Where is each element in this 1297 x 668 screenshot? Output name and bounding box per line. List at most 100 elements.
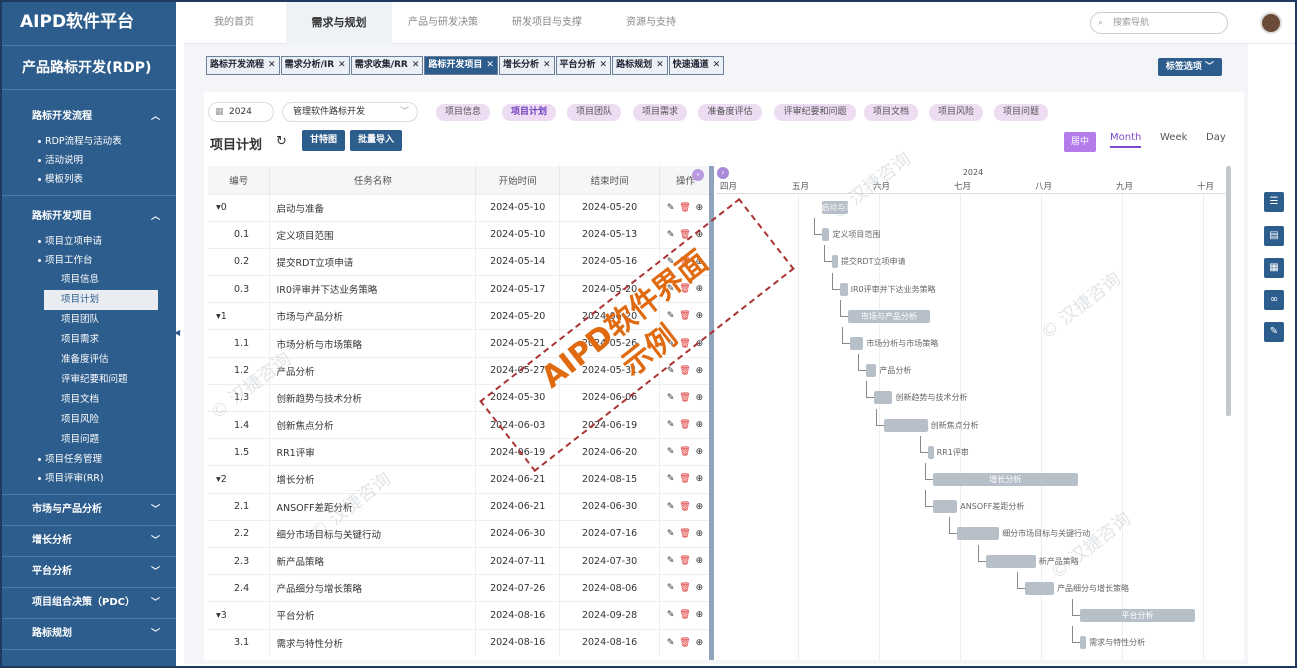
- ptab-review[interactable]: 评审纪要和问题: [774, 104, 856, 121]
- sidebar-section-platform[interactable]: 平台分析 ﹀: [2, 557, 176, 587]
- add-icon[interactable]: ⊕: [696, 366, 705, 376]
- tab-resources[interactable]: 资源与支持: [626, 2, 676, 44]
- table-row[interactable]: ▾3 平台分析 2024-08-16 2024-09-28 ✎ 🗑 ⊕: [208, 601, 712, 629]
- table-row[interactable]: 2.4 产品细分与增长策略 2024-07-26 2024-08-06 ✎ 🗑 ⊕: [208, 574, 712, 602]
- ptab-team[interactable]: 项目团队: [567, 104, 621, 121]
- edit-icon[interactable]: ✎: [667, 556, 676, 566]
- year-select[interactable]: ▦ 2024: [208, 102, 274, 122]
- close-icon[interactable]: ✕: [713, 60, 721, 70]
- gantt-bar[interactable]: [831, 255, 838, 269]
- sidebar-item-workbench[interactable]: 项目工作台: [2, 251, 176, 270]
- list-icon[interactable]: ☰: [1264, 192, 1284, 212]
- add-icon[interactable]: ⊕: [696, 502, 705, 512]
- edit-icon[interactable]: ✎: [667, 230, 676, 240]
- ptab-readiness[interactable]: 准备度评估: [698, 104, 762, 121]
- sidebar-item-project-docs[interactable]: 项目文档: [2, 390, 158, 410]
- edit-icon[interactable]: ✎: [667, 474, 676, 484]
- table-row[interactable]: 3.1 需求与特性分析 2024-08-16 2024-08-16 ✎ 🗑 ⊕: [208, 628, 712, 657]
- edit-icon[interactable]: ✎: [1264, 322, 1284, 342]
- sidebar-section-pdc[interactable]: 项目组合决策（PDC） ﹀: [2, 588, 176, 618]
- vertical-scrollbar[interactable]: [1226, 166, 1231, 416]
- sidebar-section-market[interactable]: 市场与产品分析 ﹀: [2, 495, 176, 525]
- add-icon[interactable]: ⊕: [696, 610, 705, 620]
- sidebar-item-template-list[interactable]: 模板列表: [2, 170, 176, 189]
- add-icon[interactable]: ⊕: [696, 529, 705, 539]
- add-icon[interactable]: ⊕: [696, 638, 705, 648]
- delete-icon[interactable]: 🗑: [679, 447, 691, 457]
- close-icon[interactable]: ✕: [600, 60, 608, 70]
- sidebar-item-rdp-flow[interactable]: RDP流程与活动表: [2, 132, 176, 151]
- delete-icon[interactable]: 🗑: [679, 610, 691, 620]
- sidebar-item-review-minutes[interactable]: 评审纪要和问题: [2, 370, 158, 390]
- view-day[interactable]: Day: [1206, 132, 1226, 143]
- sidebar-item-task-mgmt[interactable]: 项目任务管理: [2, 450, 176, 469]
- sidebar-item-project-req[interactable]: 项目需求: [2, 330, 158, 350]
- tag-options-button[interactable]: 标签选项 ﹀: [1157, 58, 1222, 76]
- add-icon[interactable]: ⊕: [696, 393, 705, 403]
- sidebar-item-project-rr[interactable]: 项目评审(RR): [2, 469, 176, 488]
- gantt-bar[interactable]: [986, 554, 1036, 568]
- sidebar-item-project-apply[interactable]: 项目立项申请: [2, 232, 176, 251]
- refresh-icon[interactable]: ↻: [276, 134, 287, 149]
- close-icon[interactable]: ✕: [656, 60, 664, 70]
- link-icon[interactable]: ∞: [1264, 290, 1284, 310]
- grid-icon[interactable]: ▦: [1264, 258, 1284, 278]
- sidebar-item-project-risk[interactable]: 项目风险: [2, 410, 158, 430]
- ptab-issue[interactable]: 项目问题: [994, 104, 1048, 121]
- add-icon[interactable]: ⊕: [696, 583, 705, 593]
- edit-icon[interactable]: ✎: [667, 420, 676, 430]
- chip[interactable]: 平台分析 ✕: [555, 56, 612, 75]
- ptab-docs[interactable]: 项目文档: [864, 104, 918, 121]
- delete-icon[interactable]: 🗑: [679, 583, 691, 593]
- product-select[interactable]: 管理软件路标开发 ﹀: [282, 102, 418, 122]
- sidebar-item-project-plan[interactable]: 项目计划: [44, 290, 158, 310]
- edit-icon[interactable]: ✎: [667, 447, 676, 457]
- gantt-bar[interactable]: [933, 500, 958, 514]
- add-icon[interactable]: ⊕: [696, 420, 705, 430]
- search-input[interactable]: ⌕ 搜索导航: [1090, 12, 1228, 34]
- table-row[interactable]: ▾2 增长分析 2024-06-21 2024-08-15 ✎ 🗑 ⊕: [208, 465, 712, 494]
- close-icon[interactable]: ✕: [486, 60, 494, 70]
- sidebar-item-project-team[interactable]: 项目团队: [2, 310, 158, 330]
- sidebar-item-activity-desc[interactable]: 活动说明: [2, 151, 176, 170]
- ptab-risk[interactable]: 项目风险: [929, 104, 983, 121]
- table-row[interactable]: ▾0 启动与准备 2024-05-10 2024-05-20 ✎ 🗑 ⊕: [208, 193, 712, 222]
- tab-product-decision[interactable]: 产品与研发决策: [408, 2, 478, 44]
- gantt-button[interactable]: 甘特图: [302, 130, 346, 151]
- delete-icon[interactable]: 🗑: [679, 366, 691, 376]
- add-icon[interactable]: ⊕: [696, 203, 705, 213]
- edit-icon[interactable]: ✎: [667, 529, 676, 539]
- gantt-bar[interactable]: [927, 445, 934, 459]
- chevron-left-icon[interactable]: ‹: [692, 169, 704, 181]
- center-button[interactable]: 居中: [1064, 132, 1096, 152]
- tab-rd-project[interactable]: 研发项目与支撑: [512, 2, 582, 44]
- delete-icon[interactable]: 🗑: [679, 556, 691, 566]
- delete-icon[interactable]: 🗑: [679, 474, 691, 484]
- gantt-bar[interactable]: [957, 527, 1000, 541]
- edit-icon[interactable]: ✎: [667, 583, 676, 593]
- gantt-bar[interactable]: [839, 282, 848, 296]
- add-icon[interactable]: ⊕: [696, 474, 705, 484]
- table-row[interactable]: 2.1 ANSOFF差距分析 2024-06-21 2024-06-30 ✎ 🗑 ⊕: [208, 492, 712, 521]
- table-row[interactable]: 2.3 新产品策略 2024-07-11 2024-07-30 ✎ 🗑 ⊕: [208, 546, 712, 575]
- close-icon[interactable]: ✕: [268, 60, 276, 70]
- view-week[interactable]: Week: [1160, 132, 1187, 143]
- sidebar-item-project-issue[interactable]: 项目问题: [2, 430, 158, 450]
- table-row[interactable]: 1.4 创新焦点分析 2024-06-03 2024-06-19 ✎ 🗑 ⊕: [208, 410, 712, 439]
- add-icon[interactable]: ⊕: [696, 447, 705, 457]
- edit-icon[interactable]: ✎: [667, 502, 676, 512]
- add-icon[interactable]: ⊕: [696, 556, 705, 566]
- delete-icon[interactable]: 🗑: [679, 203, 691, 213]
- delete-icon[interactable]: 🗑: [679, 502, 691, 512]
- sidebar-section-rdp-process[interactable]: 路标开发流程 ︿: [2, 102, 176, 132]
- sidebar-item-project-info[interactable]: 项目信息: [2, 270, 158, 290]
- table-row[interactable]: 0.2 提交RDT立项申请 2024-05-14 2024-05-16 ✎ 🗑 ⊕: [208, 247, 712, 276]
- delete-icon[interactable]: 🗑: [679, 393, 691, 403]
- ptab-req[interactable]: 项目需求: [633, 104, 687, 121]
- ptab-info[interactable]: 项目信息: [436, 104, 490, 121]
- chevron-right-icon[interactable]: ›: [717, 167, 729, 179]
- sidebar-section-rdp-project[interactable]: 路标开发项目 ︿: [2, 202, 176, 232]
- sidebar-section-roadmap[interactable]: 路标规划 ﹀: [2, 619, 176, 649]
- table-row[interactable]: 1.5 RR1评审 2024-06-19 2024-06-20 ✎ 🗑 ⊕: [208, 438, 712, 466]
- delete-icon[interactable]: 🗑: [679, 529, 691, 539]
